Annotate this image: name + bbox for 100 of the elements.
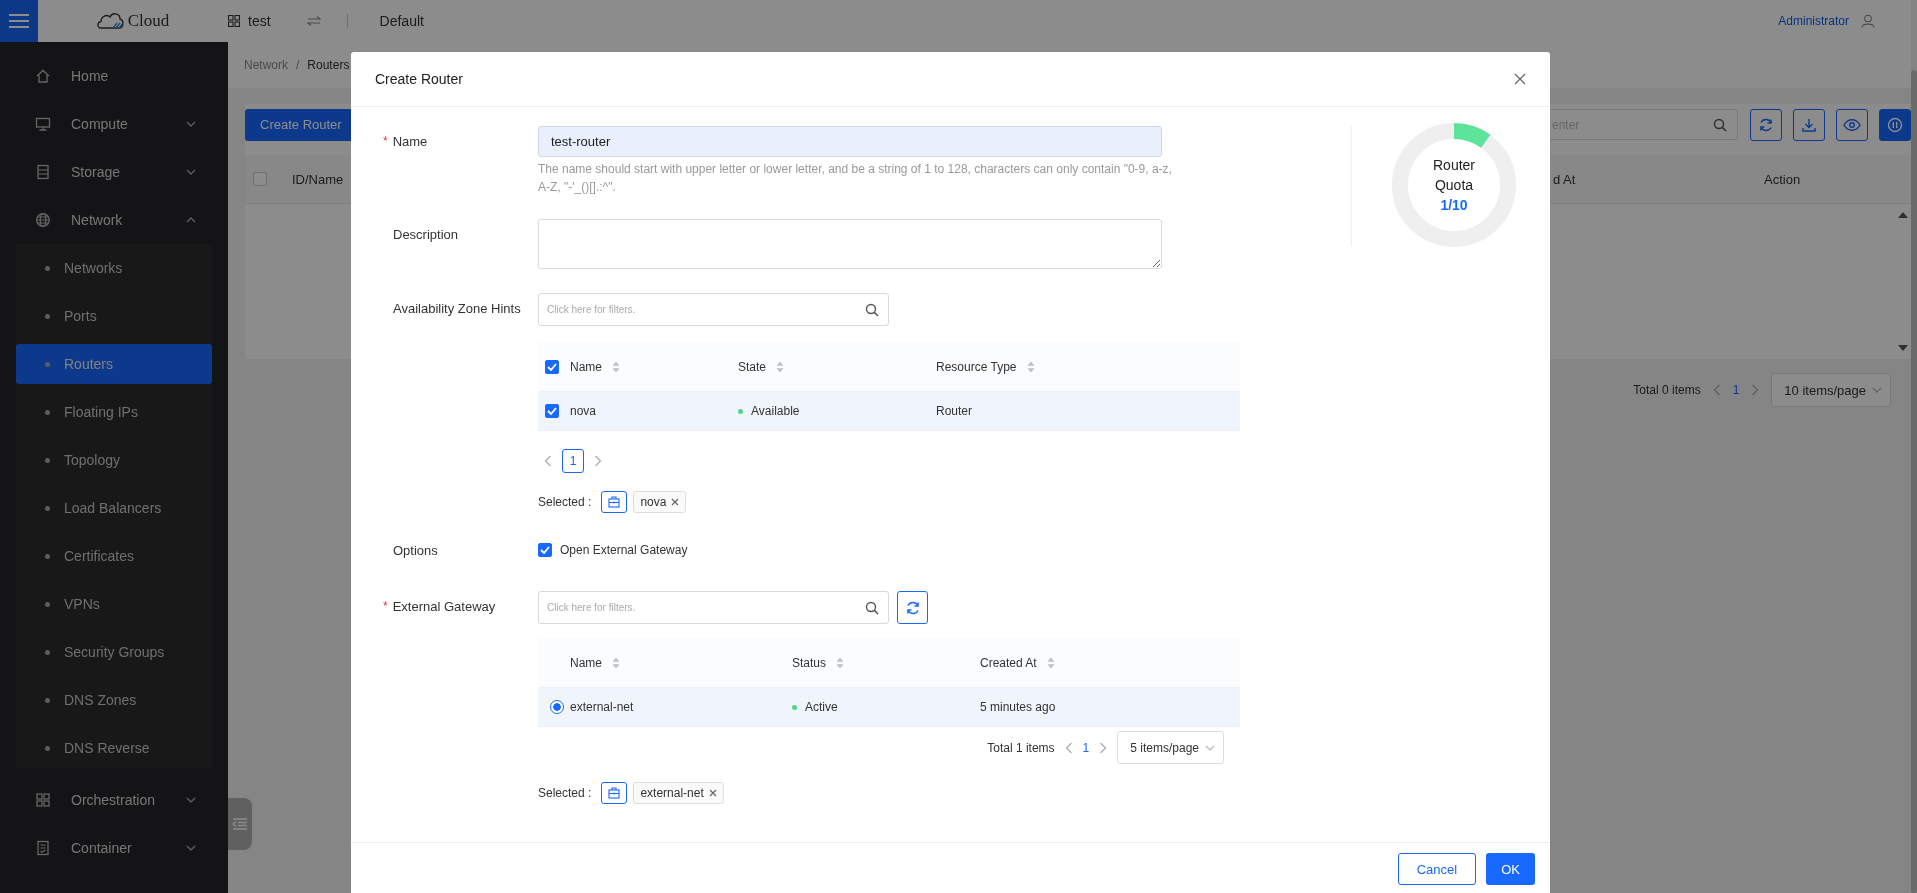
nav-item[interactable]: Home xyxy=(0,52,228,100)
menu-button[interactable] xyxy=(0,0,38,42)
submenu-item[interactable]: Topology xyxy=(16,440,212,480)
nav-item[interactable]: Orchestration xyxy=(0,776,228,824)
monitor-icon xyxy=(35,116,51,132)
quota-label: Router xyxy=(1433,157,1475,173)
nav-item[interactable]: Storage xyxy=(0,148,228,196)
refresh-icon xyxy=(1758,116,1774,133)
nav-item[interactable]: Container xyxy=(0,824,228,872)
user-icon[interactable] xyxy=(1861,14,1875,28)
search-icon xyxy=(1713,117,1727,132)
table-cell: 5 minutes ago xyxy=(980,700,1056,714)
switch-icon[interactable] xyxy=(306,16,321,26)
scrollbar[interactable] xyxy=(1911,0,1917,893)
page-size-select[interactable]: 10 items/page xyxy=(1771,373,1891,407)
radio-button[interactable] xyxy=(550,700,564,714)
cancel-button[interactable]: Cancel xyxy=(1397,853,1477,885)
submenu-item[interactable]: DNS Zones xyxy=(16,680,212,720)
download-icon xyxy=(1801,116,1817,133)
tag-label: nova xyxy=(640,495,667,509)
row-checkbox[interactable] xyxy=(545,404,559,418)
close-icon[interactable] xyxy=(1514,73,1526,85)
download-button[interactable] xyxy=(1793,108,1825,141)
globe-icon xyxy=(35,212,51,228)
field-label: Options xyxy=(393,542,438,558)
page-number[interactable]: 1 xyxy=(562,449,584,473)
pause-icon xyxy=(1887,116,1903,133)
breadcrumb-link[interactable]: Routers xyxy=(307,58,350,72)
grid-icon xyxy=(228,15,240,27)
help-text: The name should start with upper letter or lower letter, and be a string of 1 to 128, characters can only contain "0-9, a-z, A-Z, "-'_()[].:^". xyxy=(538,161,1173,196)
user-link[interactable]: Administrator xyxy=(1778,14,1849,28)
submenu-item[interactable]: VPNs xyxy=(16,584,212,624)
total-count: Total 0 items xyxy=(1633,383,1701,397)
document-icon xyxy=(35,840,51,856)
submenu-item[interactable]: Floating IPs xyxy=(16,392,212,432)
column-header: d At xyxy=(1553,171,1576,187)
next-page-icon[interactable] xyxy=(1751,384,1760,396)
submenu-item[interactable]: Routers xyxy=(16,344,212,384)
filter-field[interactable]: Click here for filters. xyxy=(538,591,889,624)
pause-button[interactable] xyxy=(1879,108,1911,141)
project-name[interactable]: test xyxy=(248,13,271,29)
previous-page-icon[interactable] xyxy=(1712,384,1721,396)
filter-field[interactable]: Click here for filters. xyxy=(538,293,889,326)
checkbox-label: Open External Gateway xyxy=(560,543,688,557)
nav-item[interactable]: Compute xyxy=(0,100,228,148)
table-row[interactable]: external-net Active 5 minutes ago xyxy=(538,688,1240,727)
chevron-down-icon xyxy=(1205,744,1215,751)
chevron-down-icon xyxy=(1872,387,1882,393)
page-number[interactable]: 1 xyxy=(1082,740,1090,755)
field-label: Availability Zone Hints xyxy=(393,300,521,316)
quota-label: Quota xyxy=(1434,177,1474,193)
submenu-item[interactable]: Networks xyxy=(16,248,212,288)
next-page-icon[interactable] xyxy=(594,455,602,467)
domain-name: Default xyxy=(379,13,424,29)
previous-page-icon[interactable] xyxy=(544,455,552,467)
selected-label: Selected : xyxy=(538,495,592,509)
select-all-checkbox[interactable] xyxy=(545,359,559,374)
submenu-item[interactable]: Security Groups xyxy=(16,632,212,672)
submenu-item[interactable]: Ports xyxy=(16,296,212,336)
next-page-icon[interactable] xyxy=(1099,741,1108,754)
scroll-up-icon[interactable] xyxy=(1898,212,1908,218)
breadcrumb-separator: / xyxy=(296,58,300,72)
server-icon xyxy=(35,164,51,180)
cloud-logo-icon xyxy=(96,11,125,31)
remove-tag-icon[interactable] xyxy=(708,789,717,797)
sort-icon xyxy=(776,360,785,373)
field-label: External Gateway xyxy=(392,598,496,614)
checkbox[interactable] xyxy=(538,543,552,557)
table-row[interactable]: nova Available Router xyxy=(538,392,1240,431)
grid-icon xyxy=(35,792,51,808)
page-number[interactable]: 1 xyxy=(1732,383,1740,397)
previous-page-icon[interactable] xyxy=(1064,741,1073,754)
scroll-down-icon[interactable] xyxy=(1898,345,1908,351)
submenu-item[interactable]: Load Balancers xyxy=(16,488,212,528)
collapse-sidebar-handle[interactable] xyxy=(228,798,252,850)
description-input[interactable] xyxy=(538,219,1162,269)
view-button[interactable] xyxy=(1836,108,1868,141)
remove-tag-icon[interactable] xyxy=(671,498,680,506)
logo-text: Cloud xyxy=(127,11,170,31)
submenu-item[interactable]: DNS Reverse xyxy=(16,728,212,768)
page-size-select[interactable]: 5 items/page xyxy=(1117,731,1224,764)
select-all-checkbox[interactable] xyxy=(253,172,267,186)
refresh-icon xyxy=(904,599,921,616)
name-input[interactable]: test-router xyxy=(538,126,1162,157)
refresh-button[interactable] xyxy=(1750,108,1782,141)
column-header: Name xyxy=(570,359,602,374)
tag-label: external-net xyxy=(640,786,704,800)
ok-button[interactable]: OK xyxy=(1486,853,1535,885)
nav-item[interactable]: Network xyxy=(0,196,228,244)
sort-icon xyxy=(612,656,620,669)
breadcrumb-link[interactable]: Network xyxy=(244,58,288,72)
refresh-button[interactable] xyxy=(897,591,928,624)
column-header: Name xyxy=(570,655,602,670)
eye-icon xyxy=(1843,118,1861,131)
selection-icon-button[interactable] xyxy=(601,491,628,513)
briefcase-icon xyxy=(608,496,621,508)
quota-value: 1/10 xyxy=(1440,197,1468,213)
submenu-item[interactable]: Certificates xyxy=(16,536,212,576)
sort-icon xyxy=(1026,360,1035,373)
selection-icon-button[interactable] xyxy=(601,782,628,804)
